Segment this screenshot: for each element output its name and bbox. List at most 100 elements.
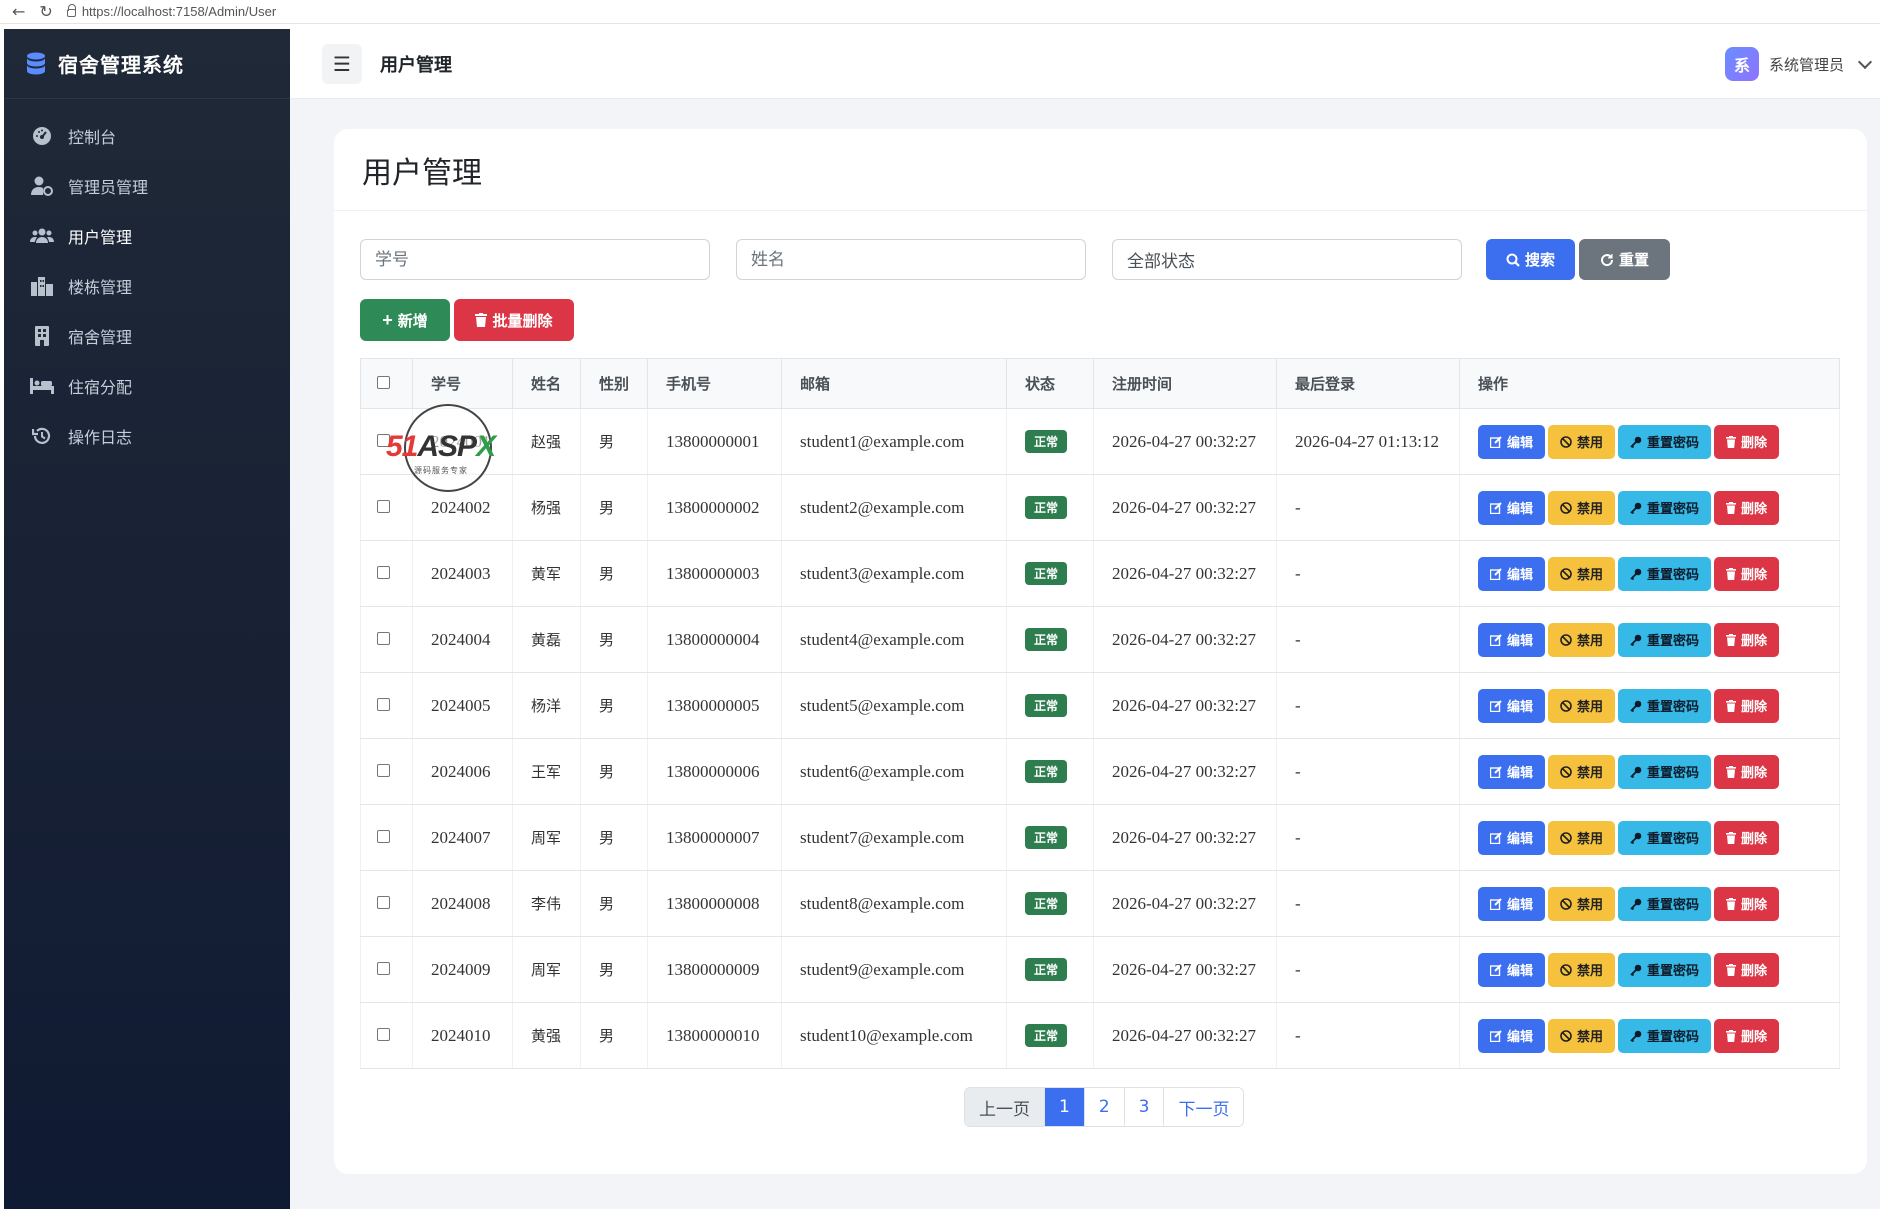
prev-page-button[interactable]: 上一页 <box>965 1088 1044 1126</box>
reset-password-button[interactable]: 重置密码 <box>1618 952 1712 987</box>
disable-button[interactable]: 禁用 <box>1548 556 1616 591</box>
sidebar-item-admins[interactable]: 管理员管理 <box>4 161 290 211</box>
reset-password-button[interactable]: 重置密码 <box>1618 556 1712 591</box>
edit-button[interactable]: 编辑 <box>1478 820 1546 855</box>
row-checkbox[interactable] <box>377 829 390 843</box>
header-student-id[interactable]: 学号 <box>412 358 513 409</box>
disable-button[interactable]: 禁用 <box>1548 688 1616 723</box>
disable-button[interactable]: 禁用 <box>1548 820 1616 855</box>
reset-password-button[interactable]: 重置密码 <box>1618 886 1712 921</box>
cell-registered: 2026-04-27 00:32:27 <box>1093 936 1277 1003</box>
header-phone[interactable]: 手机号 <box>647 358 782 409</box>
page-2-button[interactable]: 2 <box>1083 1088 1124 1126</box>
ban-icon <box>1560 567 1572 580</box>
search-button[interactable]: 搜索 <box>1486 239 1575 280</box>
student-id-input[interactable] <box>360 239 710 280</box>
edit-button[interactable]: 编辑 <box>1478 556 1546 591</box>
delete-button[interactable]: 删除 <box>1714 1018 1780 1053</box>
header-name[interactable]: 姓名 <box>512 358 581 409</box>
delete-button[interactable]: 删除 <box>1714 820 1780 855</box>
edit-button[interactable]: 编辑 <box>1478 688 1546 723</box>
cell-registered: 2026-04-27 00:32:27 <box>1093 672 1277 739</box>
sidebar-item-users[interactable]: 用户管理 <box>4 211 290 261</box>
delete-label: 删除 <box>1741 1030 1768 1045</box>
trash-icon <box>1726 765 1737 778</box>
delete-button[interactable]: 删除 <box>1714 754 1780 789</box>
page-3-button[interactable]: 3 <box>1123 1088 1164 1126</box>
sidebar-toggle-button[interactable]: ☰ <box>322 43 362 84</box>
edit-button[interactable]: 编辑 <box>1478 490 1546 525</box>
edit-button[interactable]: 编辑 <box>1478 622 1546 657</box>
row-checkbox[interactable] <box>377 763 390 777</box>
table-body: 2024001赵强男13800000001student1@example.co… <box>360 408 1840 1069</box>
reset-password-button[interactable]: 重置密码 <box>1618 754 1712 789</box>
row-checkbox[interactable] <box>377 565 390 579</box>
row-checkbox[interactable] <box>377 961 390 975</box>
status-select[interactable]: 全部状态 <box>1112 239 1462 280</box>
reset-password-button[interactable]: 重置密码 <box>1618 424 1712 459</box>
cell-email: student7@example.com <box>781 804 1007 871</box>
sidebar-item-dorms[interactable]: 宿舍管理 <box>4 311 290 361</box>
reset-password-label: 重置密码 <box>1647 502 1700 517</box>
delete-button[interactable]: 删除 <box>1714 622 1780 657</box>
cell-gender: 男 <box>580 1002 648 1069</box>
disable-button[interactable]: 禁用 <box>1548 754 1616 789</box>
delete-button[interactable]: 删除 <box>1714 556 1780 591</box>
reset-password-button[interactable]: 重置密码 <box>1618 622 1712 657</box>
select-all-checkbox[interactable] <box>377 375 390 389</box>
disable-label: 禁用 <box>1577 964 1604 979</box>
delete-button[interactable]: 删除 <box>1714 490 1780 525</box>
sidebar-item-dashboard[interactable]: 控制台 <box>4 111 290 161</box>
row-actions: 编辑 禁用 重置密码 删除 <box>1478 622 1839 657</box>
row-checkbox[interactable] <box>377 1027 390 1041</box>
sidebar-item-logs[interactable]: 操作日志 <box>4 411 290 461</box>
disable-button[interactable]: 禁用 <box>1548 622 1616 657</box>
edit-button[interactable]: 编辑 <box>1478 754 1546 789</box>
page-1-button[interactable]: 1 <box>1044 1088 1084 1126</box>
reload-icon[interactable]: ↻ <box>39 2 52 21</box>
cell-name: 黄军 <box>512 540 581 607</box>
disable-button[interactable]: 禁用 <box>1548 424 1616 459</box>
brand[interactable]: 宿舍管理系统 <box>4 29 290 99</box>
user-menu[interactable]: 系 系统管理员 <box>1724 47 1873 81</box>
reset-password-button[interactable]: 重置密码 <box>1618 490 1712 525</box>
edit-button[interactable]: 编辑 <box>1478 886 1546 921</box>
delete-button[interactable]: 删除 <box>1714 952 1780 987</box>
edit-button[interactable]: 编辑 <box>1478 1018 1546 1053</box>
reset-button[interactable]: 重置 <box>1579 239 1670 280</box>
header-email[interactable]: 邮箱 <box>781 358 1007 409</box>
sidebar-item-allocation[interactable]: 住宿分配 <box>4 361 290 411</box>
address-bar[interactable]: https://localhost:7158/Admin/User <box>66 4 276 19</box>
batch-delete-button[interactable]: 批量删除 <box>454 299 574 341</box>
row-checkbox[interactable] <box>377 895 390 909</box>
add-button[interactable]: + 新增 <box>360 299 450 341</box>
row-checkbox[interactable] <box>377 697 390 711</box>
delete-button[interactable]: 删除 <box>1714 688 1780 723</box>
disable-button[interactable]: 禁用 <box>1548 952 1616 987</box>
back-arrow-icon[interactable]: ← <box>12 2 25 21</box>
header-registered[interactable]: 注册时间 <box>1093 358 1277 409</box>
edit-icon <box>1490 765 1502 778</box>
table-row: 2024009 周军男 13800000009 student9@example.co… <box>360 936 1840 1003</box>
reset-password-button[interactable]: 重置密码 <box>1618 1018 1712 1053</box>
next-page-button[interactable]: 下一页 <box>1163 1088 1244 1126</box>
edit-button[interactable]: 编辑 <box>1478 952 1546 987</box>
disable-button[interactable]: 禁用 <box>1548 490 1616 525</box>
header-status[interactable]: 状态 <box>1006 358 1094 409</box>
row-checkbox[interactable] <box>377 631 390 645</box>
edit-button[interactable]: 编辑 <box>1478 424 1546 459</box>
cell-gender: 男 <box>580 408 648 475</box>
reset-password-button[interactable]: 重置密码 <box>1618 820 1712 855</box>
reset-password-button[interactable]: 重置密码 <box>1618 688 1712 723</box>
cell-last-login: - <box>1276 474 1460 541</box>
row-select-cell <box>360 738 413 805</box>
header-last-login[interactable]: 最后登录 <box>1276 358 1460 409</box>
name-input[interactable] <box>736 239 1086 280</box>
disable-button[interactable]: 禁用 <box>1548 1018 1616 1053</box>
delete-button[interactable]: 删除 <box>1714 886 1780 921</box>
delete-button[interactable]: 删除 <box>1714 424 1780 459</box>
header-gender[interactable]: 性别 <box>580 358 648 409</box>
sidebar-item-buildings[interactable]: 楼栋管理 <box>4 261 290 311</box>
row-checkbox[interactable] <box>377 499 390 513</box>
disable-button[interactable]: 禁用 <box>1548 886 1616 921</box>
